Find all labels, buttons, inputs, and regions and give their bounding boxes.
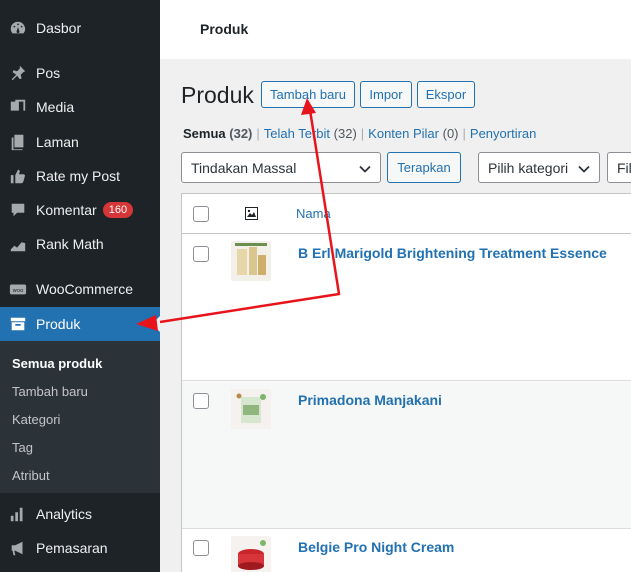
view-cornerstone-label: Konten Pilar [368,126,439,141]
pages-icon [8,132,28,152]
sidebar-item-dasbor[interactable]: Dasbor [0,11,160,45]
add-new-button[interactable]: Tambah baru [261,81,355,108]
admin-sidebar: Dasbor Pos Media Laman Rate my Post Kome… [0,0,160,572]
separator: | [360,126,365,141]
sidebar-item-label: Rank Math [36,236,104,252]
sidebar-item-label: Pemasaran [36,540,108,556]
bar-chart-icon [8,504,28,524]
sidebar-item-label: Analytics [36,506,93,522]
sidebar-item-label: Laman [36,134,79,150]
separator: | [462,126,466,141]
bulk-action-select[interactable]: Tindakan Massal [181,152,381,183]
view-sorting-link[interactable]: Penyortiran [470,126,536,141]
category-value: Pilih kategori [488,159,569,176]
media-icon [8,97,28,117]
sidebar-item-label: Media [36,99,75,115]
submenu-item-tag[interactable]: Tag [12,440,33,455]
submenu-item-atribut[interactable]: Atribut [12,468,50,483]
apply-button[interactable]: Terapkan [387,152,461,183]
sidebar-item-label: Komentar [36,202,97,218]
export-button[interactable]: Ekspor [417,81,475,108]
page-title: Produk [181,82,254,108]
chevron-down-icon [578,165,590,173]
sidebar-item-komentar[interactable]: Komentar 160 [0,193,160,227]
row-checkbox[interactable] [193,393,209,409]
sidebar-item-pemasaran[interactable]: Pemasaran [0,531,160,565]
filter-value: Filt [617,159,631,176]
rank-math-icon [8,234,28,254]
top-header-bar: Produk [160,0,631,59]
sidebar-item-pos[interactable]: Pos [0,56,160,90]
row-checkbox[interactable] [193,246,209,262]
view-published-count: (32) [333,126,357,141]
thumbs-up-icon [8,166,28,186]
submenu-item-kategori[interactable]: Kategori [12,412,60,427]
products-table: Nama B Erl Marigold Brightening Treatmen… [181,193,631,572]
sidebar-item-produk[interactable]: Produk [0,307,160,341]
submenu-item-tambah-baru[interactable]: Tambah baru [12,384,88,399]
comment-icon [8,200,28,220]
product-name-link[interactable]: Belgie Pro Night Cream [298,539,454,555]
view-all-label: Semua [183,126,226,141]
category-select[interactable]: Pilih kategori [478,152,600,183]
select-all-checkbox[interactable] [193,206,209,222]
product-thumbnail[interactable] [231,389,271,429]
view-all-count: (32) [229,126,253,141]
bulk-action-value: Tindakan Massal [191,159,297,176]
sidebar-item-laman[interactable]: Laman [0,125,160,159]
megaphone-icon [8,538,28,558]
separator: | [256,126,260,141]
header-divider [182,233,631,234]
image-icon [245,207,258,220]
sidebar-item-label: Rate my Post [36,168,121,184]
produk-submenu: Semua produk Tambah baru Kategori Tag At… [0,341,160,493]
sidebar-item-rate-my-post[interactable]: Rate my Post [0,159,160,193]
column-header-name[interactable]: Nama [296,206,331,221]
row-divider [182,528,631,529]
sidebar-item-media[interactable]: Media [0,90,160,124]
view-published-label: Telah Terbit [263,126,331,141]
woocommerce-icon: woo [8,279,28,299]
archive-box-icon [8,314,28,334]
filter-select[interactable]: Filt [607,152,631,183]
sidebar-item-label: Pos [36,65,61,81]
view-published-link[interactable]: Telah Terbit (32) [264,126,357,141]
sidebar-item-woocommerce[interactable]: woo WooCommerce [0,272,160,306]
product-name-link[interactable]: B Erl Marigold Brightening Treatment Ess… [298,245,607,261]
header-title: Produk [200,21,249,37]
sidebar-item-label: Produk [36,316,81,332]
import-button[interactable]: Impor [360,81,412,108]
sidebar-item-analytics[interactable]: Analytics [0,497,160,531]
view-cornerstone-count: (0) [442,126,459,141]
product-thumbnail[interactable] [231,241,271,281]
chevron-down-icon [359,165,371,173]
pin-icon [8,63,28,83]
product-thumbnail[interactable] [231,536,271,572]
dashboard-icon [8,18,28,38]
active-indicator [152,316,160,332]
row-checkbox[interactable] [193,540,209,556]
status-views: Semua (32) | Telah Terbit (32) | Konten Pila… [183,126,536,141]
sidebar-item-label: WooCommerce [36,281,133,297]
sidebar-item-rank-math[interactable]: Rank Math [0,227,160,261]
view-cornerstone-link[interactable]: Konten Pilar (0) [368,126,458,141]
product-name-link[interactable]: Primadona Manjakani [298,392,442,408]
comment-count-badge: 160 [102,202,134,218]
svg-text:woo: woo [13,288,24,294]
submenu-item-semua-produk[interactable]: Semua produk [12,356,102,371]
view-all-link[interactable]: Semua (32) [183,126,252,141]
sidebar-item-label: Dasbor [36,20,82,36]
